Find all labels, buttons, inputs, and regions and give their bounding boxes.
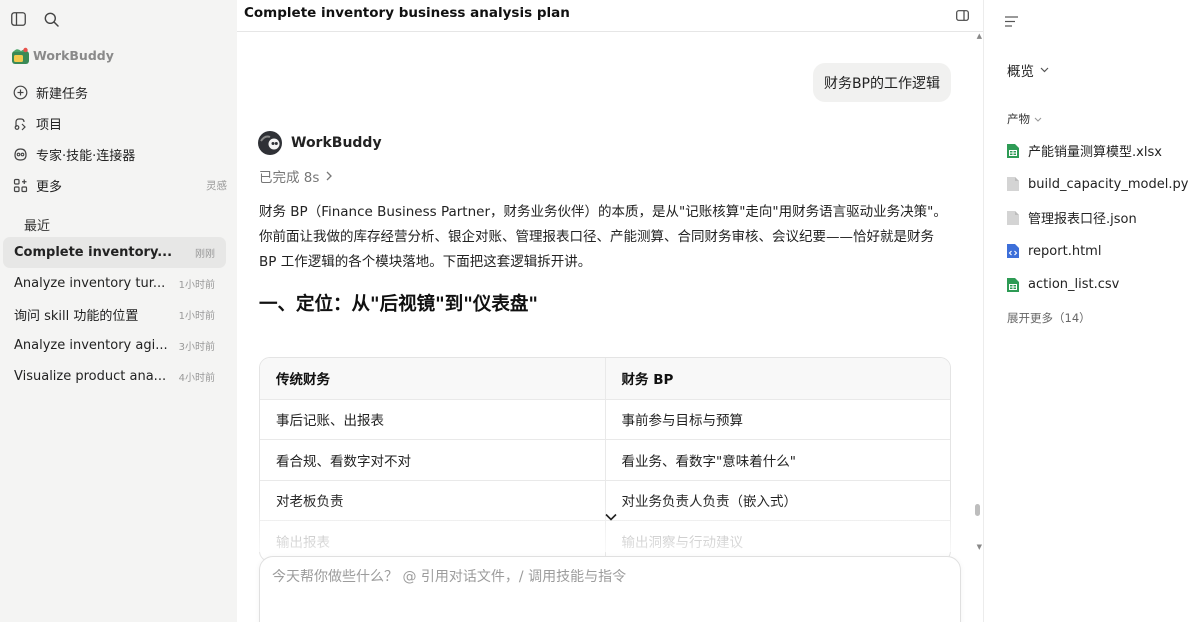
table-cell: 输出报表 [276,534,330,551]
scroll-down-arrow-icon[interactable]: ▼ [977,543,982,551]
nav-more-badge: 灵感 [206,180,227,192]
user-message: 财务BP的工作逻辑 [812,63,951,102]
sidebar-toolbar [10,11,59,27]
answer-heading: 一、定位：从"后视镜"到"仪表盘" [259,294,539,315]
overview-label: 概览 [1007,64,1034,80]
recent-item-title: Complete inventory... [14,245,173,260]
recent-item-title: 询问 skill 功能的位置 [14,309,139,324]
artifact-file[interactable]: 产能销量测算模型.xlsx [1006,134,1196,168]
spreadsheet-icon [1007,143,1019,158]
table-header-row: 传统财务 财务 BP [260,358,950,399]
skills-icon [12,147,28,163]
artifacts-label: 产物 [1007,112,1030,126]
recent-list: Complete inventory... 刚刚 Analyze invento… [3,237,226,392]
sidebar-toggle-icon[interactable] [10,11,26,27]
spreadsheet-icon [1007,277,1019,292]
composer-input[interactable] [272,569,942,585]
table-row: 看合规、看数字对不对 看业务、看数字"意味着什么" [260,439,950,480]
artifact-file[interactable]: action_list.csv [1006,268,1196,302]
composer [259,556,961,622]
table-cell: 对老板负责 [276,494,344,511]
scrollbar-thumb[interactable] [975,504,980,516]
completion-status[interactable]: 已完成 8s [259,166,333,186]
page-title: Complete inventory business analysis pla… [244,5,570,21]
table-row: 事后记账、出报表 事前参与目标与预算 [260,398,951,439]
nav-new-task-label: 新建任务 [36,87,89,102]
agent-header: WorkBuddy [258,131,382,155]
table-cell: 输出洞察与行动建议 [604,521,951,561]
sidebar: WorkBuddy 新建任务 项目 专家·技能·连接器 更多 灵感 最近 Com… [0,0,237,622]
grid-plus-icon [12,178,28,194]
table-cell: 对业务负责人负责（嵌入式） [604,480,951,520]
artifacts-section-toggle[interactable]: 产物 [1007,111,1042,127]
nav-projects-label: 项目 [36,118,63,133]
recent-item-title: Visualize product ana... [14,369,167,384]
recent-item[interactable]: Complete inventory... 刚刚 [3,237,226,268]
artifact-file-name: build_capacity_model.py [1028,176,1189,192]
recent-item-time: 刚刚 [195,249,215,260]
brand-name: WorkBuddy [33,48,114,63]
artifact-file[interactable]: report.html [1006,235,1196,269]
plus-circle-icon [12,85,28,101]
project-icon [12,116,28,132]
workbuddy-logo-icon [12,47,29,64]
agent-name: WorkBuddy [291,135,382,151]
overview-dropdown[interactable]: 概览 [1007,60,1049,80]
scroll-to-bottom-button[interactable] [601,507,621,527]
nav-more[interactable]: 更多 灵感 [12,170,227,201]
scroll-up-arrow-icon[interactable]: ▲ [977,32,982,40]
nav-new-task[interactable]: 新建任务 [12,77,227,108]
file-icon [1007,177,1019,192]
show-more-link[interactable]: 展开更多（14） [1007,310,1091,326]
recent-item[interactable]: 询问 skill 功能的位置 1小时前 [3,299,226,330]
table-header-cell: 财务 BP [604,358,951,399]
artifact-file-name: report.html [1028,243,1102,259]
artifact-file-name: action_list.csv [1028,277,1120,293]
recent-item-title: Analyze inventory tur... [14,276,166,291]
brand[interactable]: WorkBuddy [11,46,114,65]
right-panel: 概览 产物 产能销量测算模型.xlsx build_capacity_model… [983,0,1200,622]
table-cell: 事前参与目标与预算 [604,399,951,439]
recent-item[interactable]: Analyze inventory agi... 3小时前 [3,330,226,361]
artifact-file-name: 管理报表口径.json [1028,212,1137,228]
chevron-down-icon [1034,117,1042,122]
recent-item-title: Analyze inventory agi... [14,338,168,353]
panel-toggle-icon[interactable] [954,7,970,23]
sidebar-nav: 新建任务 项目 专家·技能·连接器 更多 灵感 [12,77,227,201]
chevron-down-icon [605,513,617,521]
recent-item-time: 4小时前 [178,373,215,384]
artifact-file[interactable]: build_capacity_model.py [1006,168,1196,202]
html-file-icon [1007,244,1019,259]
recent-title: 最近 [24,219,51,234]
table-cell: 事后记账、出报表 [276,413,384,430]
outline-menu-icon[interactable] [1003,13,1019,29]
search-icon[interactable] [43,11,59,27]
nav-skills-label: 专家·技能·连接器 [36,149,136,164]
artifact-list: 产能销量测算模型.xlsx build_capacity_model.py 管理… [1006,134,1196,302]
table-header-cell: 传统财务 [276,372,330,389]
table-cell: 看合规、看数字对不对 [276,453,411,470]
comparison-table: 传统财务 财务 BP 事后记账、出报表 事前参与目标与预算 看合规、看数字对不对… [259,357,951,562]
answer-paragraph: 财务 BP（Finance Business Partner，财务业务伙伴）的本… [259,204,947,270]
main-header: Complete inventory business analysis pla… [237,0,983,32]
chevron-right-icon [326,171,333,181]
recent-item[interactable]: Visualize product ana... 4小时前 [3,361,226,392]
artifact-file[interactable]: 管理报表口径.json [1006,201,1196,235]
completion-status-label: 已完成 8s [259,170,320,186]
table-cell: 看业务、看数字"意味着什么" [604,440,951,480]
agent-avatar [258,131,282,155]
chevron-down-icon [1040,67,1049,73]
recent-item-time: 1小时前 [178,280,215,291]
file-icon [1007,210,1019,225]
recent-item[interactable]: Analyze inventory tur... 1小时前 [3,268,226,299]
recent-item-time: 1小时前 [178,311,215,322]
artifact-file-name: 产能销量测算模型.xlsx [1028,145,1162,161]
nav-projects[interactable]: 项目 [12,108,227,139]
nav-more-label: 更多 [36,180,63,195]
recent-item-time: 3小时前 [178,342,215,353]
nav-skills[interactable]: 专家·技能·连接器 [12,139,227,170]
main-panel: Complete inventory business analysis pla… [237,0,983,622]
